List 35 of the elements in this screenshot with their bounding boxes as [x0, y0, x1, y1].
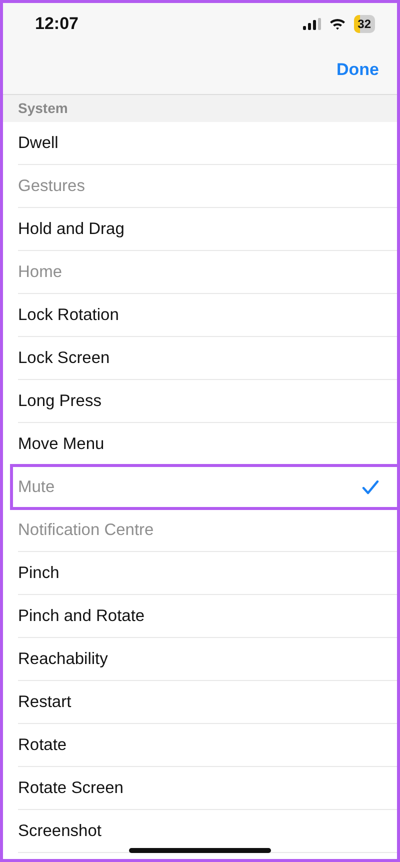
list-item[interactable]: Long Press [18, 380, 397, 423]
signal-icon [302, 18, 321, 30]
list-item[interactable]: Rotate [18, 724, 397, 767]
item-label: Restart [18, 692, 72, 713]
list-item[interactable]: Pinch and Rotate [18, 595, 397, 638]
item-label: Rotate [18, 734, 67, 756]
item-label: Reachability [18, 648, 108, 670]
done-button[interactable]: Done [332, 54, 383, 84]
item-label: Hold and Drag [18, 218, 124, 240]
list-item[interactable]: Dwell [18, 122, 397, 165]
status-time: 12:07 [35, 13, 78, 36]
item-label: Lock Rotation [18, 304, 119, 326]
item-label: Lock Screen [18, 348, 110, 369]
item-label: Notification Centre [18, 520, 154, 541]
list-item[interactable]: Pinch [18, 552, 397, 595]
list-item[interactable]: Rotate Screen [18, 767, 397, 810]
list-item[interactable]: Hold and Drag [18, 208, 397, 251]
item-label: Gestures [18, 176, 85, 197]
item-label: Dwell [18, 132, 58, 154]
item-label: Rotate Screen [18, 778, 124, 799]
section-header: System [3, 95, 397, 122]
list-item[interactable]: Restart [18, 681, 397, 724]
list-item[interactable]: Reachability [18, 638, 397, 681]
list-item[interactable]: Lock Rotation [18, 294, 397, 337]
item-label: Pinch [18, 562, 60, 584]
item-label: Mute [18, 476, 55, 498]
item-label: Long Press [18, 390, 102, 412]
item-label: Pinch and Rotate [18, 606, 145, 627]
item-label: Screenshot [18, 820, 102, 842]
wifi-icon [328, 18, 346, 30]
item-label: Move Menu [18, 434, 104, 455]
item-label: Home [18, 262, 62, 283]
list-item[interactable]: Move Menu [18, 423, 397, 466]
checkmark-icon [362, 480, 379, 494]
list-item[interactable]: Lock Screen [18, 337, 397, 380]
